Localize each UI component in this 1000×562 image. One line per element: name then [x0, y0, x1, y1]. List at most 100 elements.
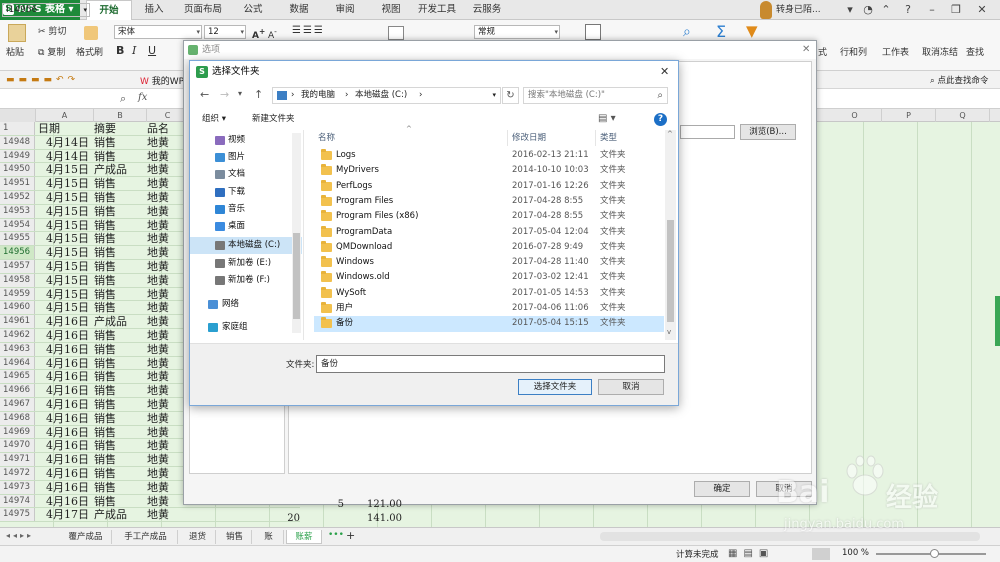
- sheet-tab[interactable]: 账: [254, 530, 284, 544]
- cell-product[interactable]: 地黄: [147, 453, 187, 467]
- cell-product[interactable]: 地黄: [147, 439, 187, 453]
- sheet-tab[interactable]: 销售: [218, 530, 252, 544]
- cell-summary[interactable]: 销售: [94, 329, 144, 343]
- row-number[interactable]: 14955: [0, 232, 35, 246]
- cell-date[interactable]: 4月16日: [36, 426, 91, 440]
- tab-home[interactable]: 开始: [86, 0, 132, 20]
- row-number[interactable]: 14954: [0, 218, 35, 232]
- tab-insert[interactable]: 插入: [138, 0, 170, 20]
- cell-summary[interactable]: 销售: [94, 136, 144, 150]
- italic-button[interactable]: I: [132, 45, 136, 57]
- address-bar[interactable]: › 我的电脑 › 本地磁盘 (C:) › ▾: [272, 87, 501, 104]
- row-number[interactable]: 14960: [0, 301, 35, 315]
- path-input[interactable]: [680, 125, 735, 139]
- cell-date[interactable]: 4月14日: [36, 150, 91, 164]
- row-number[interactable]: 14964: [0, 356, 35, 370]
- cell-summary[interactable]: 销售: [94, 191, 144, 205]
- folder-row[interactable]: Program Files 2017-04-28 8:55 文件夹: [314, 194, 664, 209]
- folder-row[interactable]: Windows 2017-04-28 11:40 文件夹: [314, 255, 664, 270]
- cell-date[interactable]: 4月15日: [36, 232, 91, 246]
- cell-date[interactable]: 4月16日: [36, 453, 91, 467]
- wrap-icon[interactable]: [388, 26, 404, 40]
- cell-product[interactable]: 地黄: [147, 508, 187, 522]
- cell-summary[interactable]: 销售: [94, 481, 144, 495]
- dropdown-icon[interactable]: ▾: [840, 0, 860, 20]
- filter-icon[interactable]: ▼: [746, 22, 758, 40]
- row-number[interactable]: 14965: [0, 370, 35, 384]
- cell-summary[interactable]: 销售: [94, 370, 144, 384]
- cell-summary[interactable]: 产成品: [94, 508, 144, 522]
- cell-summary[interactable]: 销售: [94, 398, 144, 412]
- skin-icon[interactable]: ◔: [858, 0, 878, 20]
- row-number[interactable]: 14966: [0, 384, 35, 397]
- row-number[interactable]: 14963: [0, 342, 35, 356]
- help-icon[interactable]: ?: [898, 0, 918, 20]
- tab-developer[interactable]: 开发工具: [414, 0, 460, 20]
- cell-summary[interactable]: 产成品: [94, 163, 144, 177]
- back-arrow-icon[interactable]: ←: [200, 88, 209, 101]
- folder-row[interactable]: Logs 2016-02-13 21:11 文件夹: [314, 148, 664, 163]
- cell-date[interactable]: 4月15日: [36, 205, 91, 219]
- cell-product[interactable]: 地黄: [147, 274, 187, 288]
- function-button[interactable]: fx: [138, 92, 147, 103]
- cell-product[interactable]: 地黄: [147, 467, 187, 481]
- cut-button[interactable]: ✂ 剪切: [38, 26, 66, 38]
- row-number[interactable]: 14972: [0, 467, 35, 480]
- sheet-tab[interactable]: 覆产成品: [60, 530, 112, 544]
- row-number[interactable]: 14952: [0, 191, 35, 204]
- cell-summary[interactable]: 销售: [94, 357, 144, 371]
- cell-product[interactable]: 地黄: [147, 288, 187, 302]
- row-number[interactable]: 14957: [0, 260, 35, 273]
- cell-product[interactable]: 地黄: [147, 426, 187, 440]
- paste-button[interactable]: 粘贴: [6, 47, 24, 59]
- align-buttons[interactable]: ☰☰☰: [292, 25, 325, 37]
- unfreeze-button[interactable]: 取消冻结: [922, 47, 958, 59]
- cell-summary[interactable]: 销售: [94, 384, 144, 398]
- nav-downloads[interactable]: 下载: [190, 184, 302, 201]
- cell-product[interactable]: 地黄: [147, 481, 187, 495]
- sheet-tab-active[interactable]: 账薪: [286, 530, 322, 544]
- cell-date[interactable]: 4月15日: [36, 260, 91, 274]
- cell-date-header[interactable]: 日期: [36, 122, 91, 136]
- folder-row[interactable]: WySoft 2017-01-05 14:53 文件夹: [314, 286, 664, 301]
- cell-date[interactable]: 4月15日: [36, 191, 91, 205]
- forward-arrow-icon[interactable]: →: [220, 88, 229, 101]
- column-o-header[interactable]: O: [828, 109, 882, 122]
- dialog-cancel-button[interactable]: 取消: [598, 379, 664, 395]
- nav-pictures[interactable]: 图片: [190, 149, 302, 166]
- cell-product[interactable]: 地黄: [147, 370, 187, 384]
- cell-summary[interactable]: 销售: [94, 246, 144, 260]
- cell-product[interactable]: 地黄: [147, 260, 187, 274]
- search-input[interactable]: 搜索"本地磁盘 (C:)" ⌕: [523, 87, 668, 104]
- cell-product[interactable]: 地黄: [147, 301, 187, 315]
- row-number[interactable]: 14970: [0, 439, 35, 453]
- cell-date[interactable]: 4月15日: [36, 163, 91, 177]
- cell-product[interactable]: 地黄: [147, 205, 187, 219]
- folder-row[interactable]: PerfLogs 2017-01-16 12:26 文件夹: [314, 179, 664, 194]
- row-number[interactable]: 14953: [0, 204, 35, 218]
- file-scrollbar-thumb[interactable]: [667, 220, 674, 322]
- refresh-icon[interactable]: ↻: [502, 87, 519, 104]
- row-number[interactable]: 14951: [0, 177, 35, 190]
- table-row[interactable]: 14975 4月17日 产成品 地黄: [0, 508, 300, 523]
- column-type-header[interactable]: 类型: [596, 130, 664, 146]
- nav-homegroup[interactable]: 家庭组: [190, 319, 302, 336]
- folder-row[interactable]: ProgramData 2017-05-04 12:04 文件夹: [314, 225, 664, 240]
- cell-date[interactable]: 4月14日: [36, 136, 91, 150]
- zoom-search-icon[interactable]: ⌕: [120, 92, 126, 106]
- tab-review[interactable]: 审阅: [328, 0, 362, 20]
- folder-name-input[interactable]: 备份: [316, 355, 665, 373]
- nav-videos[interactable]: 视频: [190, 132, 302, 149]
- row-number[interactable]: 1: [0, 122, 35, 135]
- recent-chevron-icon[interactable]: ▾: [238, 89, 242, 98]
- cell-summary[interactable]: 销售: [94, 232, 144, 246]
- folder-row[interactable]: QMDownload 2016-07-28 9:49 文件夹: [314, 240, 664, 255]
- add-sheet-button[interactable]: +: [346, 529, 355, 542]
- row-number[interactable]: 14975: [0, 508, 35, 522]
- find-button[interactable]: 查找: [966, 47, 984, 59]
- table-style-icon[interactable]: [585, 24, 601, 40]
- rows-cols-button[interactable]: 行和列: [840, 47, 867, 59]
- cell-date[interactable]: 4月15日: [36, 288, 91, 302]
- cell-date[interactable]: 4月16日: [36, 357, 91, 371]
- cell-date[interactable]: 4月16日: [36, 384, 91, 398]
